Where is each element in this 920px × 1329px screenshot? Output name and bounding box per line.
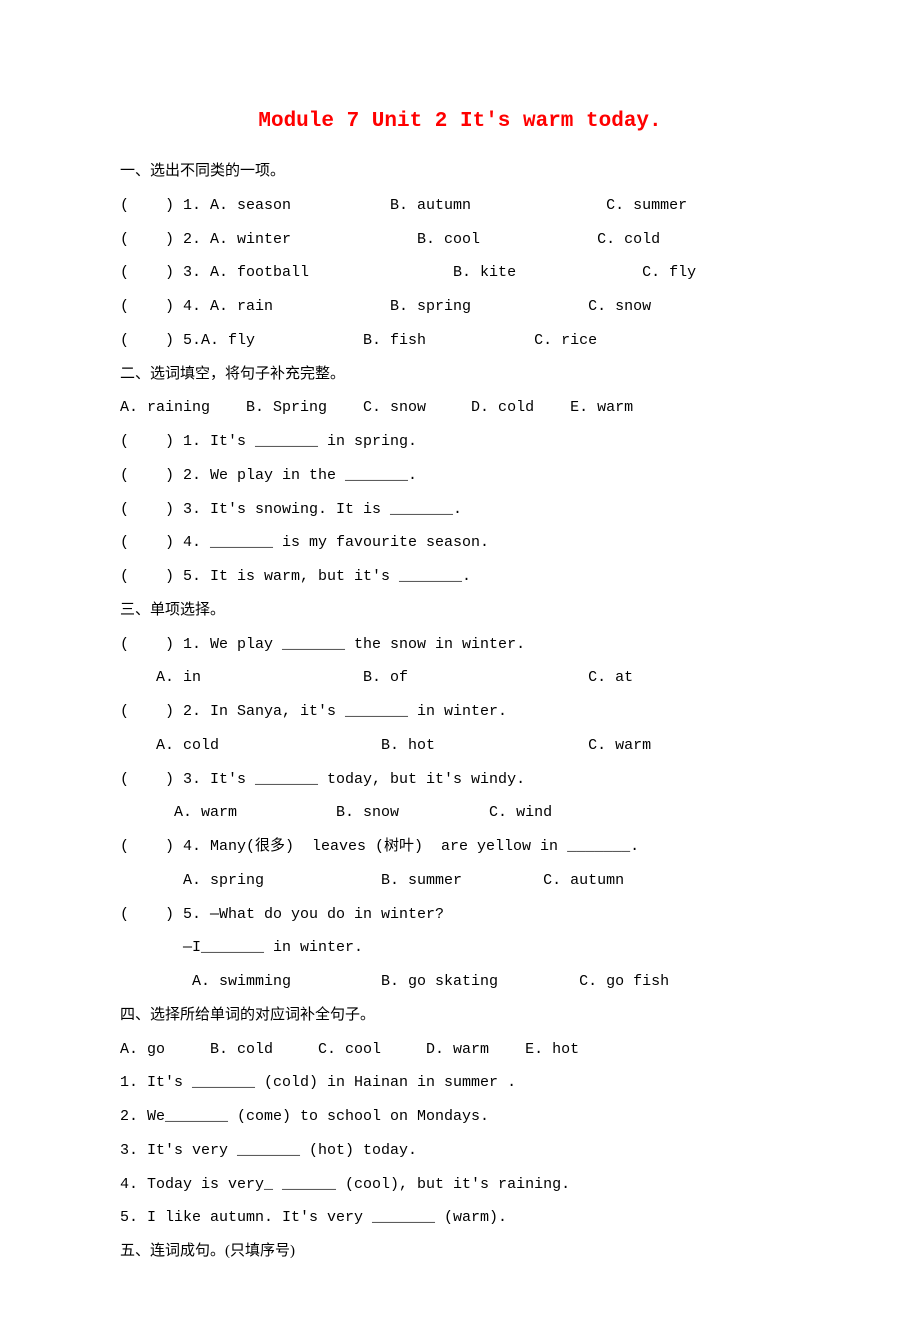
- s3-q3-options: A. warm B. snow C. wind: [120, 796, 800, 830]
- section-3-heading: 三、单项选择。: [120, 594, 800, 628]
- s2-q4: ( ) 4. _______ is my favourite season.: [120, 526, 800, 560]
- s1-q5: ( ) 5.A. fly B. fish C. rice: [120, 324, 800, 358]
- s3-q5: ( ) 5. —What do you do in winter?: [120, 898, 800, 932]
- s3-q1: ( ) 1. We play _______ the snow in winte…: [120, 628, 800, 662]
- s1-q3: ( ) 3. A. football B. kite C. fly: [120, 256, 800, 290]
- s2-q5: ( ) 5. It is warm, but it's _______.: [120, 560, 800, 594]
- s3-q4: ( ) 4. Many(很多) leaves (树叶) are yellow i…: [120, 830, 800, 864]
- s1-q4: ( ) 4. A. rain B. spring C. snow: [120, 290, 800, 324]
- section-2-heading: 二、选词填空，将句子补充完整。: [120, 358, 800, 392]
- s3-q2-options: A. cold B. hot C. warm: [120, 729, 800, 763]
- section-5-heading: 五、连词成句。(只填序号): [120, 1235, 800, 1269]
- section-1-heading: 一、选出不同类的一项。: [120, 155, 800, 189]
- s2-q3: ( ) 3. It's snowing. It is _______.: [120, 493, 800, 527]
- s3-q4-options: A. spring B. summer C. autumn: [120, 864, 800, 898]
- s2-options: A. raining B. Spring C. snow D. cold E. …: [120, 391, 800, 425]
- worksheet-page: Module 7 Unit 2 It's warm today. 一、选出不同类…: [0, 0, 920, 1329]
- s3-q5b: —I_______ in winter.: [120, 931, 800, 965]
- s4-q2: 2. We_______ (come) to school on Mondays…: [120, 1100, 800, 1134]
- s4-q3: 3. It's very _______ (hot) today.: [120, 1134, 800, 1168]
- s4-q4: 4. Today is very_ ______ (cool), but it'…: [120, 1168, 800, 1202]
- page-title: Module 7 Unit 2 It's warm today.: [120, 110, 800, 133]
- s3-q1-options: A. in B. of C. at: [120, 661, 800, 695]
- s4-options: A. go B. cold C. cool D. warm E. hot: [120, 1033, 800, 1067]
- s4-q1: 1. It's _______ (cold) in Hainan in summ…: [120, 1066, 800, 1100]
- section-4-heading: 四、选择所给单词的对应词补全句子。: [120, 999, 800, 1033]
- s1-q2: ( ) 2. A. winter B. cool C. cold: [120, 223, 800, 257]
- s2-q2: ( ) 2. We play in the _______.: [120, 459, 800, 493]
- s4-q5: 5. I like autumn. It's very _______ (war…: [120, 1201, 800, 1235]
- s1-q1: ( ) 1. A. season B. autumn C. summer: [120, 189, 800, 223]
- s3-q3: ( ) 3. It's _______ today, but it's wind…: [120, 763, 800, 797]
- s3-q2: ( ) 2. In Sanya, it's _______ in winter.: [120, 695, 800, 729]
- s3-q5-options: A. swimming B. go skating C. go fish: [120, 965, 800, 999]
- s2-q1: ( ) 1. It's _______ in spring.: [120, 425, 800, 459]
